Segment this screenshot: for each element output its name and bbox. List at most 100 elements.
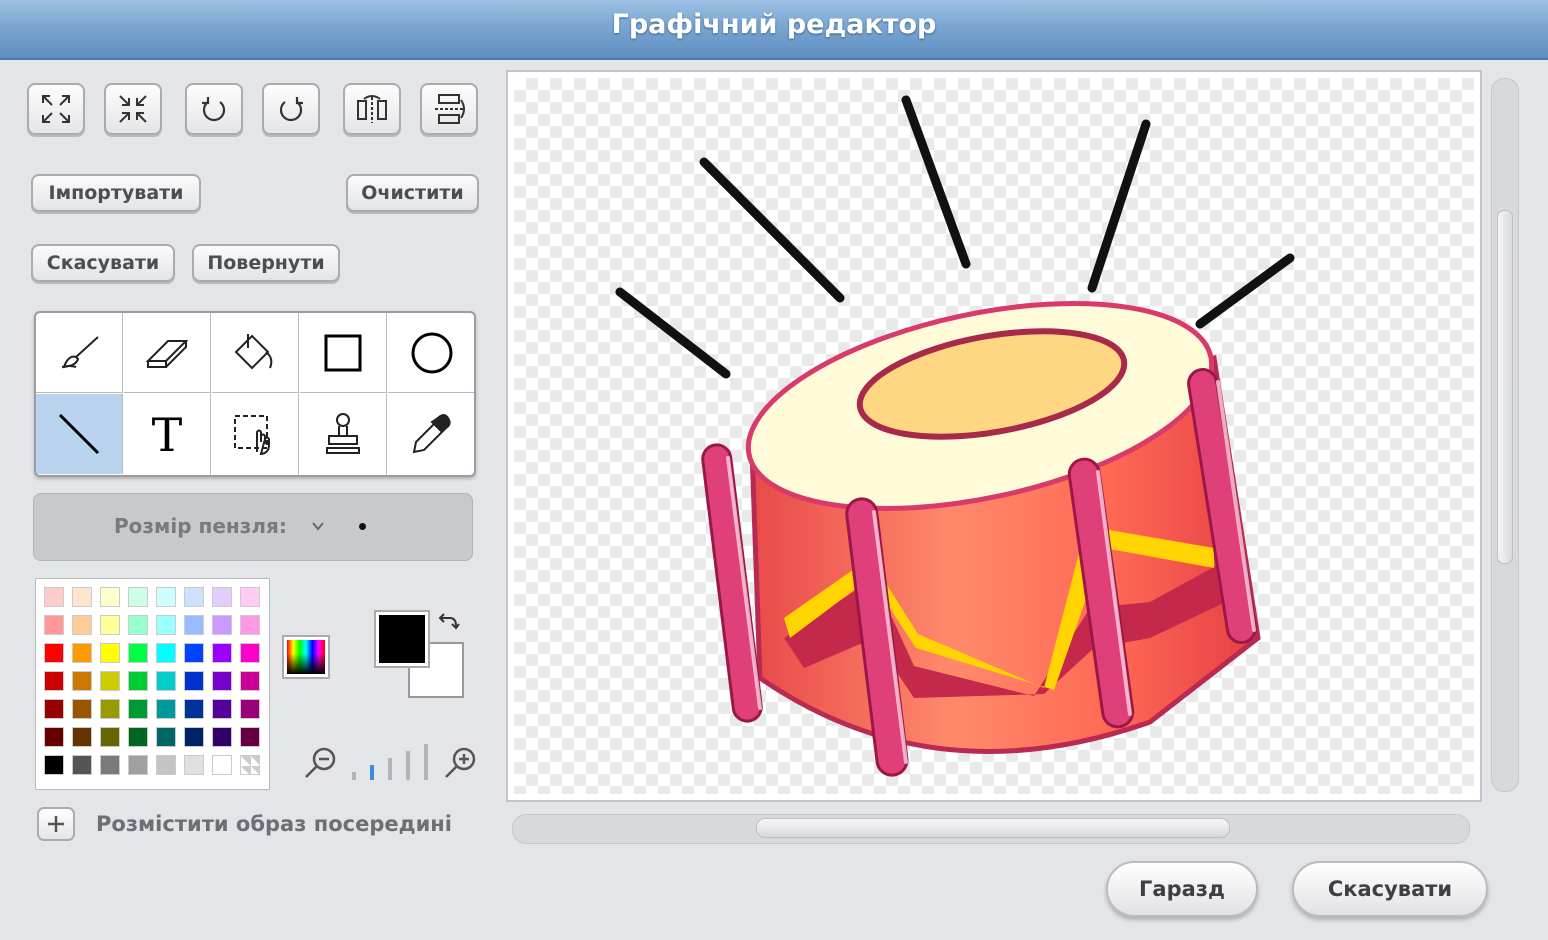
color-swatch[interactable]: [100, 615, 120, 635]
color-swatch[interactable]: [156, 755, 176, 775]
ellipse-tool[interactable]: [388, 313, 474, 393]
color-swatch[interactable]: [184, 727, 204, 747]
zoom-level-bar[interactable]: [352, 772, 356, 780]
color-swatch[interactable]: [128, 643, 148, 663]
color-swatch[interactable]: [100, 587, 120, 607]
zoom-level-indicator[interactable]: [348, 744, 434, 780]
text-icon: T: [152, 411, 183, 457]
color-swatch[interactable]: [184, 587, 204, 607]
vertical-scrollbar-thumb[interactable]: [1497, 210, 1513, 564]
zoom-level-bar[interactable]: [406, 751, 410, 780]
color-swatch[interactable]: [44, 643, 64, 663]
color-swatch[interactable]: [100, 755, 120, 775]
color-swatch[interactable]: [156, 587, 176, 607]
color-swatch[interactable]: [184, 615, 204, 635]
horizontal-scrollbar-thumb[interactable]: [756, 818, 1230, 838]
import-button[interactable]: Імпортувати: [31, 174, 201, 212]
flip-horizontal-icon: [357, 95, 387, 123]
color-swatch[interactable]: [212, 727, 232, 747]
color-swatch[interactable]: [212, 755, 232, 775]
eraser-tool[interactable]: [124, 313, 211, 393]
rotate-right-button[interactable]: [262, 83, 320, 135]
color-swatch[interactable]: [72, 587, 92, 607]
color-swatch[interactable]: [100, 699, 120, 719]
redo-button[interactable]: Повернути: [192, 244, 340, 282]
color-swatch[interactable]: [156, 615, 176, 635]
undo-button[interactable]: Скасувати: [31, 244, 175, 282]
grow-button[interactable]: [27, 83, 85, 135]
color-swatch[interactable]: [212, 671, 232, 691]
color-swatch[interactable]: [128, 699, 148, 719]
color-swatch[interactable]: [212, 615, 232, 635]
color-swatch[interactable]: [240, 699, 260, 719]
color-swatch[interactable]: [156, 699, 176, 719]
color-swatch[interactable]: [72, 643, 92, 663]
line-tool[interactable]: [36, 394, 123, 474]
zoom-level-bar[interactable]: [388, 758, 392, 780]
color-swatch[interactable]: [212, 643, 232, 663]
rectangle-tool[interactable]: [300, 313, 387, 393]
color-swatch[interactable]: [100, 727, 120, 747]
zoom-out-icon[interactable]: [302, 744, 340, 782]
color-swatch[interactable]: [72, 727, 92, 747]
foreground-color-swatch[interactable]: [374, 610, 430, 668]
color-swatch[interactable]: [240, 755, 260, 775]
zoom-level-bar[interactable]: [424, 744, 428, 780]
clear-button[interactable]: Очистити: [346, 174, 479, 212]
shrink-button[interactable]: [104, 83, 162, 135]
brush-size-selector[interactable]: Розмір пензля:: [33, 493, 473, 561]
color-swatch[interactable]: [240, 587, 260, 607]
color-swatch[interactable]: [184, 699, 204, 719]
color-swatch[interactable]: [128, 587, 148, 607]
color-picker-button[interactable]: [282, 635, 330, 679]
color-swatch[interactable]: [72, 755, 92, 775]
stamp-tool[interactable]: [300, 394, 387, 474]
center-image-button[interactable]: [37, 807, 75, 841]
color-swatch[interactable]: [44, 587, 64, 607]
color-swatch[interactable]: [184, 671, 204, 691]
eyedropper-tool[interactable]: [388, 394, 474, 474]
zoom-level-bar[interactable]: [370, 765, 374, 780]
color-swatch[interactable]: [128, 727, 148, 747]
color-swatch[interactable]: [128, 615, 148, 635]
ok-button[interactable]: Гаразд: [1106, 861, 1258, 917]
paint-editor-window: Графічний редактор Імпортувати Очистити …: [0, 0, 1548, 940]
cancel-button[interactable]: Скасувати: [1292, 861, 1488, 917]
color-swatch[interactable]: [240, 671, 260, 691]
color-swatch[interactable]: [184, 643, 204, 663]
color-swatch[interactable]: [128, 755, 148, 775]
tool-palette: T: [34, 311, 476, 477]
zoom-in-icon[interactable]: [442, 744, 480, 782]
color-swatch[interactable]: [100, 671, 120, 691]
color-swatch[interactable]: [240, 615, 260, 635]
color-swatch[interactable]: [212, 587, 232, 607]
flip-vertical-button[interactable]: [420, 83, 478, 135]
color-swatch[interactable]: [128, 671, 148, 691]
color-swatch[interactable]: [72, 671, 92, 691]
eyedropper-icon: [412, 414, 451, 454]
color-swatch[interactable]: [44, 615, 64, 635]
paintbrush-tool[interactable]: [36, 313, 123, 393]
color-swatch[interactable]: [72, 615, 92, 635]
fill-tool[interactable]: [212, 313, 299, 393]
svg-text:T: T: [152, 411, 183, 457]
swap-colors-icon[interactable]: [436, 612, 460, 634]
color-swatch[interactable]: [184, 755, 204, 775]
color-swatch[interactable]: [156, 643, 176, 663]
color-swatch[interactable]: [44, 671, 64, 691]
select-tool[interactable]: [212, 394, 299, 474]
drawing-canvas[interactable]: [514, 78, 1474, 794]
color-swatch[interactable]: [240, 643, 260, 663]
flip-horizontal-button[interactable]: [343, 83, 401, 135]
text-tool[interactable]: T: [124, 394, 211, 474]
color-swatch[interactable]: [44, 755, 64, 775]
color-swatch[interactable]: [212, 699, 232, 719]
color-swatch[interactable]: [44, 699, 64, 719]
color-swatch[interactable]: [44, 727, 64, 747]
color-swatch[interactable]: [240, 727, 260, 747]
color-swatch[interactable]: [100, 643, 120, 663]
rotate-left-button[interactable]: [185, 83, 243, 135]
color-swatch[interactable]: [72, 699, 92, 719]
color-swatch[interactable]: [156, 671, 176, 691]
color-swatch[interactable]: [156, 727, 176, 747]
